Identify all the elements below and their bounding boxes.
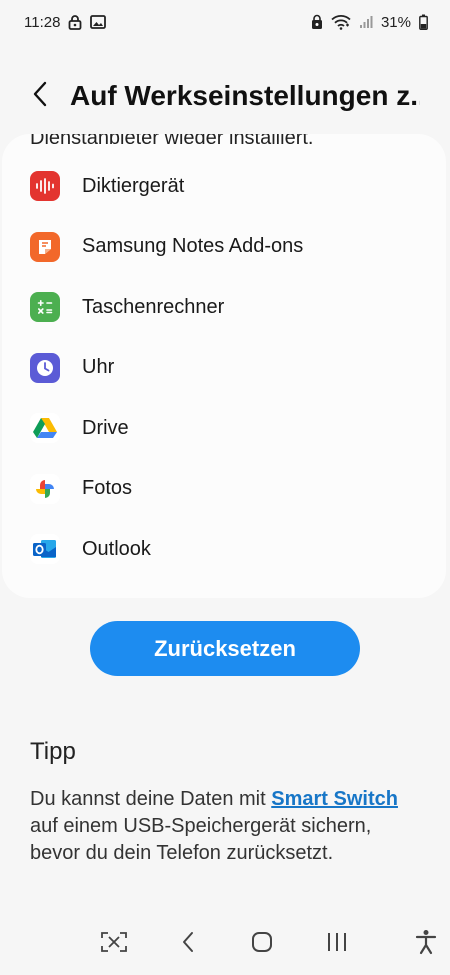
card-intro-text: Dienstanbieter wieder installiert. [30, 134, 314, 149]
gallery-icon [90, 14, 107, 30]
sync-lock-icon [311, 14, 323, 30]
nav-home-button[interactable] [238, 920, 286, 968]
list-item-drive: Drive [2, 398, 446, 459]
apps-card: Dienstanbieter wieder installiert. Dikti… [2, 134, 446, 598]
lock-icon [68, 14, 82, 30]
list-item-uhr: Uhr [2, 338, 446, 399]
calculator-icon [30, 292, 60, 323]
signal-icon [359, 15, 373, 29]
google-drive-icon [30, 413, 60, 444]
reset-button[interactable]: Zurücksetzen [90, 621, 360, 676]
status-left: 11:28 [24, 13, 107, 31]
app-label: Outlook [82, 537, 151, 560]
header: Auf Werkseinstellungen z... [0, 64, 450, 128]
accessibility-button[interactable] [402, 920, 450, 968]
app-label: Drive [82, 416, 129, 439]
home-icon [251, 931, 273, 958]
screenshot-capture-button[interactable] [90, 920, 138, 968]
tip-text-after: auf einem USB-Speichergerät sichern, bev… [30, 815, 372, 864]
outlook-icon [30, 534, 60, 565]
status-right: 31% [311, 14, 428, 31]
list-item-outlook: Outlook [2, 519, 446, 580]
status-time: 11:28 [24, 13, 61, 31]
clock-icon [30, 352, 60, 383]
app-label: Uhr [82, 356, 115, 379]
voice-recorder-icon [30, 171, 60, 202]
back-button[interactable] [0, 66, 54, 126]
wifi-icon [331, 14, 351, 30]
app-label: Fotos [82, 477, 133, 500]
smart-switch-link[interactable]: Smart Switch [271, 788, 398, 810]
navigation-bar [0, 920, 450, 970]
google-photos-icon [30, 473, 60, 504]
nav-back-button[interactable] [164, 920, 212, 968]
chevron-left-icon [32, 80, 48, 113]
screenshot-capture-icon [101, 931, 127, 957]
list-item-diktiergeraet: Diktiergerät [2, 156, 446, 217]
page-title: Auf Werkseinstellungen z... [70, 80, 420, 111]
nav-recents-button[interactable] [313, 920, 361, 968]
list-item-taschenrechner: Taschenrechner [2, 277, 446, 338]
battery-percent: 31% [380, 13, 411, 31]
samsung-notes-icon [30, 231, 60, 262]
app-list: Diktiergerät Samsung Notes Add-ons Tasch… [2, 156, 446, 580]
battery-icon [419, 14, 428, 30]
accessibility-icon [415, 929, 437, 960]
back-icon [181, 931, 195, 958]
tip-text: Du kannst deine Daten mit Smart Switch a… [30, 786, 410, 867]
app-label: Diktiergerät [82, 174, 185, 197]
app-label: Taschenrechner [82, 295, 225, 318]
status-bar: 11:28 31% [0, 0, 450, 44]
list-item-fotos: Fotos [2, 459, 446, 520]
recents-icon [326, 932, 348, 957]
list-item-samsung-notes: Samsung Notes Add-ons [2, 217, 446, 278]
app-label: Samsung Notes Add-ons [82, 235, 304, 258]
tip-text-before: Du kannst deine Daten mit [30, 788, 272, 810]
tip-title: Tipp [30, 738, 76, 765]
